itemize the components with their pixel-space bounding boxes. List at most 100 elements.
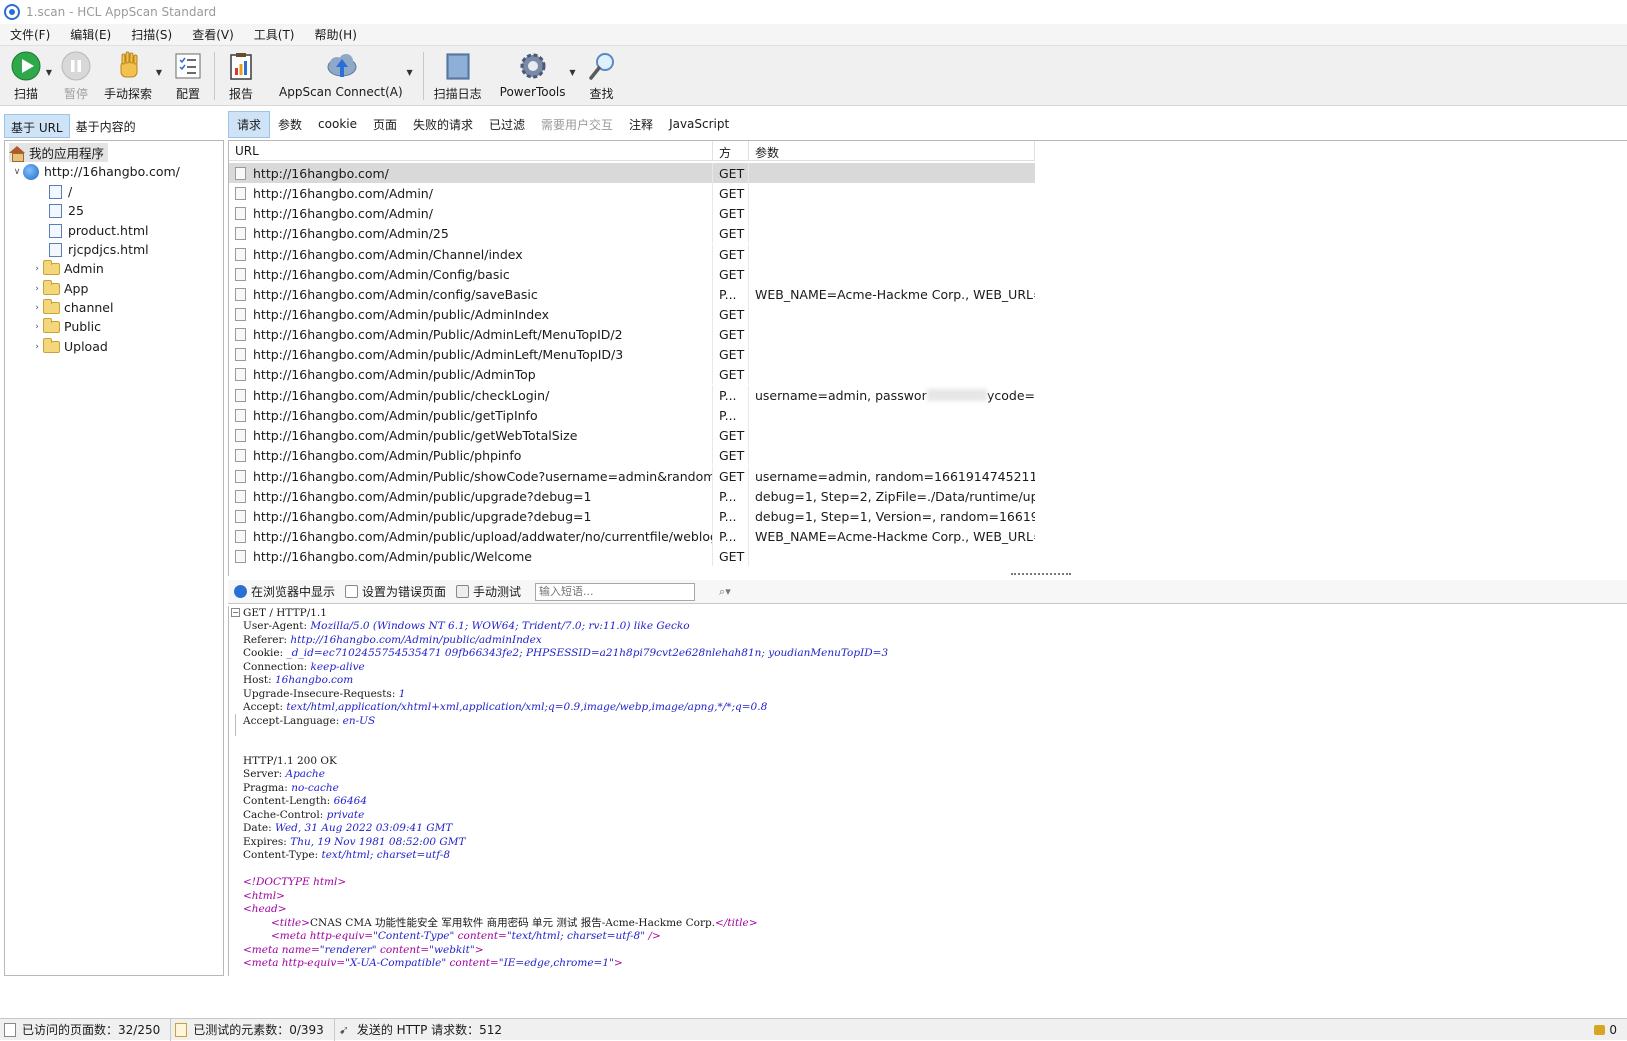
play-icon [10,50,42,82]
table-row[interactable]: http://16hangbo.com/Admin/public/AdminTo… [229,364,1035,384]
request-header: Accept-Language: en-US [243,715,376,727]
request-header: User-Agent: Mozilla/5.0 (Windows NT 6.1;… [243,620,690,632]
collapsed-chevron-icon[interactable]: › [31,303,43,313]
appscan-connect-dropdown-icon[interactable]: ▼ [406,68,412,77]
search-options-icon[interactable]: ⌕▾ [719,585,731,599]
powertools-button[interactable]: PowerTools ▼ [494,46,576,104]
powertools-dropdown-icon[interactable]: ▼ [569,68,575,77]
menu-file[interactable]: 文件(F) [10,26,50,43]
menu-tools[interactable]: 工具(T) [254,26,295,43]
column-header-url[interactable]: URL [229,141,713,160]
table-row[interactable]: http://16hangbo.com/Admin/public/upload/… [229,526,1035,546]
tab-pages[interactable]: 页面 [365,112,405,137]
appscan-connect-button[interactable]: AppScan Connect(A) ▼ [273,46,413,104]
table-row[interactable]: http://16hangbo.com/Admin/Public/AdminLe… [229,324,1035,344]
tree-file-node[interactable]: / [49,182,72,201]
scan-dropdown-icon[interactable]: ▼ [46,68,52,77]
page-icon [235,347,246,361]
phrase-search-input[interactable] [535,582,696,601]
pause-button[interactable]: 暂停 [54,46,98,104]
tab-failed-requests[interactable]: 失败的请求 [405,112,481,137]
table-row[interactable]: http://16hangbo.com/Admin/GET [229,183,1035,203]
tab-requests[interactable]: 请求 [228,110,271,138]
meta-content-type-line: <meta http-equiv="Content-Type" content=… [271,930,661,942]
page-icon [49,223,62,238]
tree-file-node[interactable]: product.html [49,221,149,240]
redacted-blur [926,389,987,401]
report-button[interactable]: 报告 [219,46,263,104]
meta-ua-compatible-line: <meta http-equiv="X-UA-Compatible" conte… [243,957,623,969]
tab-javascript[interactable]: JavaScript [661,113,737,135]
checklist-icon [172,50,204,82]
table-row[interactable]: http://16hangbo.com/Admin/GET [229,203,1035,223]
folder-icon [43,279,60,295]
page-icon [235,186,246,200]
table-row[interactable]: http://16hangbo.com/Admin/public/upgrade… [229,486,1035,506]
column-header-params[interactable]: 参数 [749,141,1035,160]
report-icon [225,50,257,82]
manual-explore-button[interactable]: 手动探索 ▼ [98,46,162,104]
response-status-line: HTTP/1.1 200 OK [243,755,337,767]
show-in-browser-button[interactable]: 在浏览器中显示 [234,583,335,600]
folder-icon [43,298,60,314]
column-header-method[interactable]: 方法 [713,141,749,177]
table-row[interactable]: http://16hangbo.com/Admin/Channel/index G… [229,244,1035,264]
tree-file-node[interactable]: 25 [49,201,84,220]
tree-root-my-application[interactable]: 我的应用程序 [9,143,109,162]
collapsed-chevron-icon[interactable]: › [31,284,43,294]
table-row[interactable]: http://16hangbo.com/Admin/public/Welcome… [229,546,1035,566]
tab-content-based[interactable]: 基于内容的 [70,114,142,138]
tab-parameters[interactable]: 参数 [270,112,310,137]
tree-file-node[interactable]: rjcpdjcs.html [49,240,149,259]
config-button[interactable]: 配置 [166,46,210,104]
menu-edit[interactable]: 编辑(E) [70,26,111,43]
tab-comments[interactable]: 注释 [621,112,661,137]
table-row[interactable]: http://16hangbo.com/Admin/public/AdminLe… [229,344,1035,364]
splitter-handle[interactable] [1011,573,1071,576]
table-row[interactable]: http://16hangbo.com/Admin/Public/phpinfo… [229,445,1035,465]
status-visited-pages: 已访问的页面数：32/250 [0,1018,172,1041]
response-header: Pragma: no-cache [243,782,339,794]
table-row[interactable]: http://16hangbo.com/Admin/config/saveBas… [229,284,1035,304]
tree-folder-node[interactable]: › Public [31,317,101,336]
tab-filtered[interactable]: 已过滤 [481,112,533,137]
table-row[interactable]: http://16hangbo.com/Admin/Public/showCod… [229,466,1035,486]
meta-renderer-line: <meta name="renderer" content="webkit"> [243,944,484,956]
table-row[interactable]: http://16hangbo.com/Admin/public/getTipI… [229,405,1035,425]
manual-test-button[interactable]: 手动测试 [456,583,521,600]
request-line: GET / HTTP/1.1 [243,607,327,619]
window-title: 1.scan - HCL AppScan Standard [26,5,217,19]
find-button[interactable]: 查找 [580,46,624,104]
raw-http-view[interactable]: − GET / HTTP/1.1 User-Agent: Mozilla/5.0… [228,606,1627,976]
table-row[interactable]: http://16hangbo.com/Admin/public/getWebT… [229,425,1035,445]
table-row[interactable]: http://16hangbo.com/Admin/Config/basic GE… [229,264,1035,284]
collapsed-chevron-icon[interactable]: › [31,322,43,332]
table-row[interactable]: http://16hangbo.com/Admin/public/AdminIn… [229,304,1035,324]
expanded-chevron-icon[interactable]: ∨ [11,167,23,177]
tab-user-interaction[interactable]: 需要用户交互 [533,112,621,137]
scan-button[interactable]: 扫描 ▼ [4,46,52,104]
scan-log-button[interactable]: 扫描日志 [428,46,488,104]
page-icon [49,242,62,257]
page-icon [235,509,246,523]
tree-node-host[interactable]: ∨ http://16hangbo.com/ [11,162,180,181]
table-row[interactable]: http://16hangbo.com/Admin/public/checkLo… [229,385,1035,405]
tree-folder-node[interactable]: › channel [31,298,113,317]
menu-view[interactable]: 查看(V) [192,26,234,43]
menu-scan[interactable]: 扫描(S) [131,26,172,43]
tree-folder-node[interactable]: › App [31,279,88,298]
tree-folder-node[interactable]: › Upload [31,337,108,356]
table-row[interactable]: http://16hangbo.com/Admin/public/upgrade… [229,506,1035,526]
tab-cookie[interactable]: cookie [310,113,365,135]
menu-help[interactable]: 帮助(H) [315,26,357,43]
collapse-icon[interactable]: − [231,608,240,617]
manual-explore-dropdown-icon[interactable]: ▼ [156,68,162,77]
table-row[interactable]: http://16hangbo.com/GET [229,163,1035,183]
tab-url-based[interactable]: 基于 URL [4,114,70,138]
table-row[interactable]: http://16hangbo.com/Admin/25 GET [229,223,1035,243]
set-error-page-button[interactable]: 设置为错误页面 [345,583,446,600]
lock-indicator[interactable]: 0 [1594,1023,1617,1037]
collapsed-chevron-icon[interactable]: › [31,342,43,352]
collapsed-chevron-icon[interactable]: › [31,264,43,274]
tree-folder-node[interactable]: › Admin [31,259,104,278]
